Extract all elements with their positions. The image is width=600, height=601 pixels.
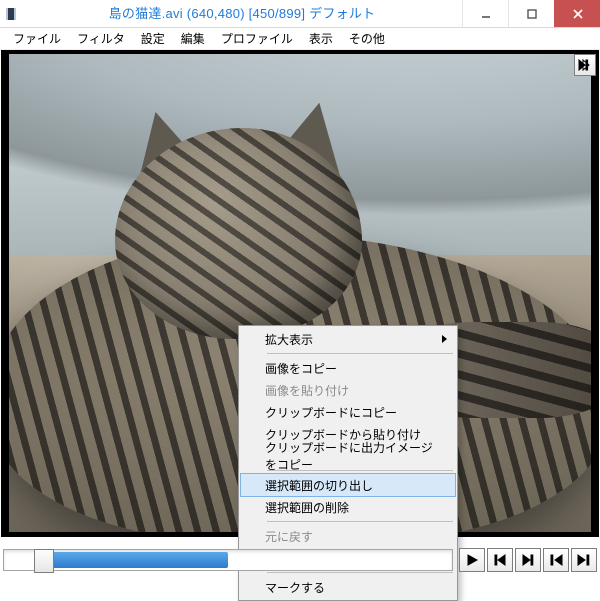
ctx-separator xyxy=(267,521,453,522)
timeline-selection xyxy=(52,552,228,568)
ctx-item-label: クリップボードに出力イメージをコピー xyxy=(265,439,433,473)
window-buttons xyxy=(462,0,600,27)
timeline-slider[interactable] xyxy=(3,549,453,571)
ctx-item-label: 拡大表示 xyxy=(265,331,313,348)
ctx-cut-selection[interactable]: 選択範囲の切り出し xyxy=(241,474,455,496)
menu-settings[interactable]: 設定 xyxy=(134,29,172,49)
menu-profile[interactable]: プロファイル xyxy=(214,29,300,49)
ctx-item-label: クリップボードにコピー xyxy=(265,404,397,421)
next-frame-button[interactable] xyxy=(515,548,541,572)
menu-edit[interactable]: 編集 xyxy=(174,29,212,49)
ctx-zoom[interactable]: 拡大表示 xyxy=(241,328,455,350)
prev-frame-button[interactable] xyxy=(487,548,513,572)
ctx-item-label: 画像を貼り付け xyxy=(265,382,349,399)
timeline-thumb[interactable] xyxy=(34,549,54,573)
window-title: 島の猫達.avi (640,480) [450/899] デフォルト xyxy=(22,0,462,27)
video-stage[interactable]: 拡大表示 画像をコピー 画像を貼り付け クリップボードにコピー クリップボードか… xyxy=(1,50,599,537)
maximize-button[interactable] xyxy=(508,0,554,27)
go-start-button[interactable] xyxy=(543,548,569,572)
go-to-end-overlay-button[interactable] xyxy=(574,54,596,76)
app-icon xyxy=(0,0,22,27)
ctx-item-label: 選択範囲の削除 xyxy=(265,499,349,516)
ctx-copy-output-image[interactable]: クリップボードに出力イメージをコピー xyxy=(241,445,455,467)
menu-filter[interactable]: フィルタ xyxy=(70,29,132,49)
play-button[interactable] xyxy=(459,548,485,572)
menu-other[interactable]: その他 xyxy=(342,29,392,49)
ctx-undo: 元に戻す xyxy=(241,525,455,547)
menu-view[interactable]: 表示 xyxy=(302,29,340,49)
ctx-copy-image[interactable]: 画像をコピー xyxy=(241,357,455,379)
ctx-mark[interactable]: マークする xyxy=(241,576,455,598)
ctx-delete-selection[interactable]: 選択範囲の削除 xyxy=(241,496,455,518)
menu-bar: ファイル フィルタ 設定 編集 プロファイル 表示 その他 xyxy=(0,28,600,50)
ctx-item-label: 元に戻す xyxy=(265,528,313,545)
ctx-paste-image: 画像を貼り付け xyxy=(241,379,455,401)
ctx-item-label: 選択範囲の切り出し xyxy=(265,477,373,494)
ctx-copy-to-clipboard[interactable]: クリップボードにコピー xyxy=(241,401,455,423)
menu-file[interactable]: ファイル xyxy=(6,29,68,49)
ctx-item-label: マークする xyxy=(265,579,325,596)
transport-controls xyxy=(459,548,597,572)
go-end-button[interactable] xyxy=(571,548,597,572)
ctx-item-label: 画像をコピー xyxy=(265,360,337,377)
minimize-button[interactable] xyxy=(462,0,508,27)
title-bar: 島の猫達.avi (640,480) [450/899] デフォルト xyxy=(0,0,600,28)
bottom-bar xyxy=(1,545,599,575)
ctx-separator xyxy=(267,353,453,354)
close-button[interactable] xyxy=(554,0,600,27)
